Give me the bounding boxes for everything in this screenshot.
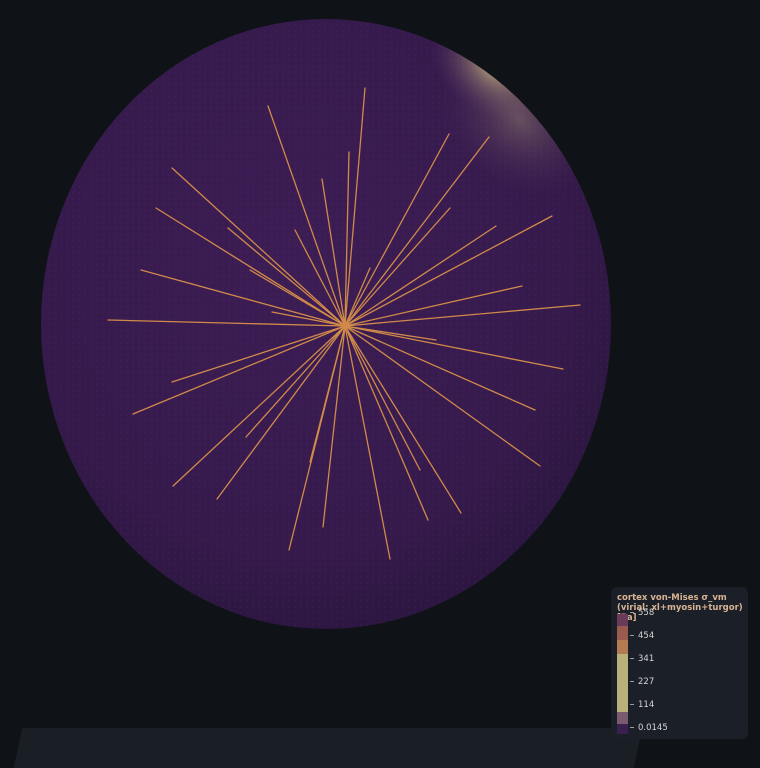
colorbar-tick: 558 [630, 608, 654, 618]
colorbar-tick: 0.0145 [630, 723, 668, 733]
colorbar-legend: cortex von-Mises σ_vm (virial: xl+myosin… [611, 587, 748, 739]
colorbar-tick: 341 [630, 654, 654, 664]
3d-viewport[interactable]: cortex von-Mises σ_vm (virial: xl+myosin… [0, 0, 760, 768]
colorbar-tick: 227 [630, 677, 654, 687]
colorbar-gradient [617, 614, 628, 734]
colorbar-tick: 114 [630, 700, 654, 710]
colorbar-tick: 454 [630, 631, 654, 641]
